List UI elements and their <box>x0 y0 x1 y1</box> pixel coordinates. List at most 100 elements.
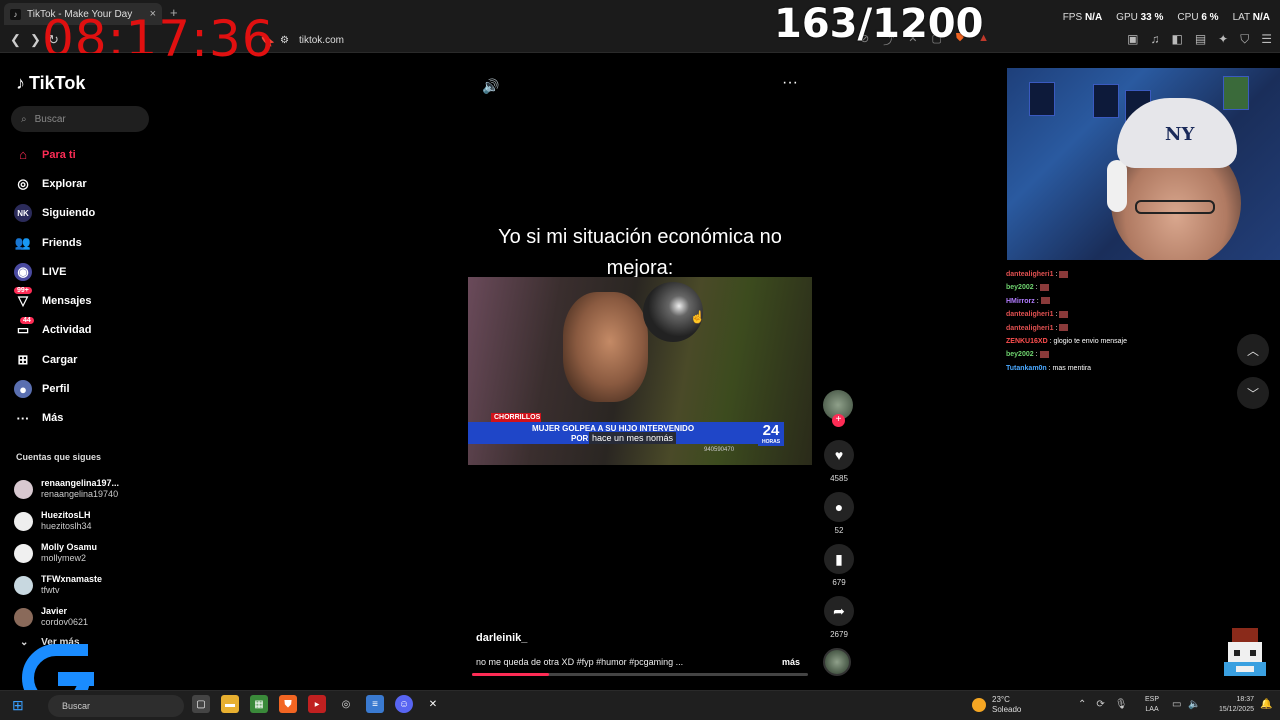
account-name: TFWxnamaste <box>41 574 103 584</box>
sidebar-item-perfil[interactable]: ● Perfil <box>14 374 154 403</box>
like-button[interactable]: ♥ 4585 <box>822 440 856 483</box>
tiktok-logo[interactable]: ♪ TikTok <box>16 73 85 94</box>
windows-start-icon[interactable]: ⊞ <box>12 697 24 714</box>
chat-message: Tutankam0n : mas mentira <box>1006 362 1206 375</box>
account-handle: cordov0621 <box>41 617 89 627</box>
comment-icon: ● <box>824 492 854 522</box>
gpu-stat: GPU 33 % <box>1116 12 1164 23</box>
task-view-icon[interactable]: ▢ <box>192 695 210 713</box>
forward-icon[interactable]: ❯ <box>30 32 41 48</box>
vpn-icon[interactable]: ⛉ <box>1240 32 1249 47</box>
url-field[interactable]: ⚙ tiktok.com <box>280 30 820 50</box>
volume-icon[interactable]: 🔊 <box>482 78 499 95</box>
headset <box>1107 160 1127 212</box>
list-item[interactable]: Molly Osamu mollymew2 <box>14 537 154 569</box>
brave-browser-icon[interactable]: ⛊ <box>279 695 297 713</box>
chevron-up-icon: ︿ <box>1246 343 1259 358</box>
music-icon[interactable]: ♫ <box>1150 32 1159 47</box>
search-icon: ⌕ <box>21 113 27 125</box>
upload-icon: ⊞ <box>17 351 29 367</box>
sidebar-item-actividad[interactable]: ▭ 44 Actividad <box>14 316 154 345</box>
volume-icon[interactable]: 🔈 <box>1188 699 1200 710</box>
chat-username: Tutankam0n <box>1006 364 1047 372</box>
browser-toolbar-right: ▣ ♫ ◧ ▤ ✦ ⛉ ☰ <box>1127 32 1272 47</box>
sidebar-item-siguiendo[interactable]: NK Siguiendo <box>14 199 154 228</box>
follow-plus-icon[interactable]: + <box>832 414 845 427</box>
chevron-up-icon[interactable]: ⌃ <box>1078 699 1086 710</box>
news-channel-logo: 24 HORAS <box>758 422 784 446</box>
chat-text: : mas mentira <box>1046 364 1092 372</box>
share-button[interactable]: ➦ 2679 <box>822 596 856 639</box>
profile-icon: ● <box>14 380 32 399</box>
media-icon[interactable]: ▣ <box>1127 32 1138 47</box>
menu-icon[interactable]: ☰ <box>1261 32 1272 47</box>
more-icon: ··· <box>16 410 30 426</box>
list-item[interactable]: Javier cordov0621 <box>14 601 154 633</box>
search-input[interactable]: ⌕ Buscar <box>11 106 149 132</box>
sidebar-item-para-ti[interactable]: ⌂ Para ti <box>14 140 154 169</box>
file-explorer-icon[interactable]: ▬ <box>221 695 239 713</box>
more-link[interactable]: más <box>782 657 800 667</box>
chat-emote-icon <box>1059 310 1069 318</box>
video-caption: Yo si mi situación económica no mejora: <box>498 226 782 279</box>
sidebar-item-mensajes[interactable]: ▽ 99+ Mensajes <box>14 286 154 315</box>
performance-stats: FPS N/A GPU 33 % CPU 6 % LAT N/A <box>1063 12 1270 23</box>
video-author[interactable]: darleinik_ <box>476 632 527 644</box>
creator-avatar[interactable]: + <box>823 390 853 427</box>
chat-text: : <box>1053 271 1058 278</box>
list-item[interactable]: renaangelina197... renaangelina19740 <box>14 473 154 505</box>
wallet-icon[interactable]: ▤ <box>1195 32 1206 47</box>
sidebar-item-cargar[interactable]: ⊞ Cargar <box>14 345 154 374</box>
cap-logo: NY <box>1165 124 1195 145</box>
notepad-icon[interactable]: ≡ <box>366 695 384 713</box>
discord-icon[interactable]: ☺ <box>395 695 413 713</box>
tiktok-logo-icon: ♪ <box>16 73 25 93</box>
chat-message: dantealigheri1 : <box>1006 308 1206 321</box>
sidebar-item-label: Perfil <box>42 383 70 396</box>
language-indicator[interactable]: ESP LAA <box>1145 695 1159 715</box>
taskbar-search[interactable]: Buscar <box>48 695 184 717</box>
list-item[interactable]: HuezitosLH huezitoslh34 <box>14 505 154 537</box>
site-info-icon[interactable]: ⚙ <box>280 35 289 46</box>
chat-emote-icon <box>1059 324 1069 332</box>
chat-emote-icon <box>1040 297 1050 305</box>
action-rail: + ♥ 4585 ● 52 ▮ 679 ➦ 2679 <box>822 390 856 639</box>
avatar <box>14 479 33 499</box>
system-clock[interactable]: 18:37 15/12/2025 <box>1210 695 1254 715</box>
leo-ai-icon[interactable]: ✦ <box>1218 32 1228 47</box>
windows-taskbar: ⊞ Buscar ▢ ▬ ▦ ⛊ ▶ ◎ ≡ ☺ ✕ 23°C Soleado ⌃… <box>0 690 1280 720</box>
weather-temp: 23°C <box>992 695 1010 704</box>
weather-widget[interactable]: 23°C Soleado <box>972 695 1021 715</box>
following-list: renaangelina197... renaangelina19740 Huez… <box>14 473 154 633</box>
more-options-icon[interactable]: ··· <box>782 74 798 92</box>
network-icon[interactable]: ▭ <box>1172 699 1181 710</box>
microphone-icon[interactable]: 🎙 <box>1115 699 1128 710</box>
store-icon[interactable]: ▦ <box>250 695 268 713</box>
video-progress-fill <box>472 673 550 676</box>
notification-bell-icon[interactable]: 🔔 <box>1260 699 1272 710</box>
previous-video-button[interactable]: ︿ <box>1237 334 1269 366</box>
list-item[interactable]: TFWxnamaste tfwtv <box>14 569 154 601</box>
next-video-button[interactable]: ﹀ <box>1237 377 1269 409</box>
back-icon[interactable]: ❮ <box>10 32 21 48</box>
music-disc-avatar[interactable] <box>823 648 851 676</box>
sidebar-item-mas[interactable]: ··· Más <box>14 404 154 433</box>
sidebar-item-live[interactable]: ◉ LIVE <box>14 257 154 286</box>
capcut-icon[interactable]: ✕ <box>424 695 442 713</box>
search-placeholder: Buscar <box>34 113 66 125</box>
tooltip: hace un mes nomás <box>589 432 677 444</box>
sidebar-item-label: Más <box>42 412 64 425</box>
sidebar-item-explorar[interactable]: ◎ Explorar <box>14 169 154 198</box>
app-icon[interactable]: ▶ <box>308 695 326 713</box>
save-button[interactable]: ▮ 679 <box>822 544 856 587</box>
video-progress[interactable] <box>472 673 808 676</box>
sidebar-item-label: Actividad <box>42 324 92 337</box>
account-name: Molly Osamu <box>41 542 98 552</box>
comment-button[interactable]: ● 52 <box>822 492 856 535</box>
taskbar-search-label: Buscar <box>62 701 91 711</box>
sidebar-item-friends[interactable]: 👥 Friends <box>14 228 154 257</box>
sync-icon[interactable]: ⟳ <box>1096 699 1104 710</box>
sidebar-toggle-icon[interactable]: ◧ <box>1171 32 1182 47</box>
obs-icon[interactable]: ◎ <box>337 695 355 713</box>
sidebar-item-label: Explorar <box>42 177 87 190</box>
